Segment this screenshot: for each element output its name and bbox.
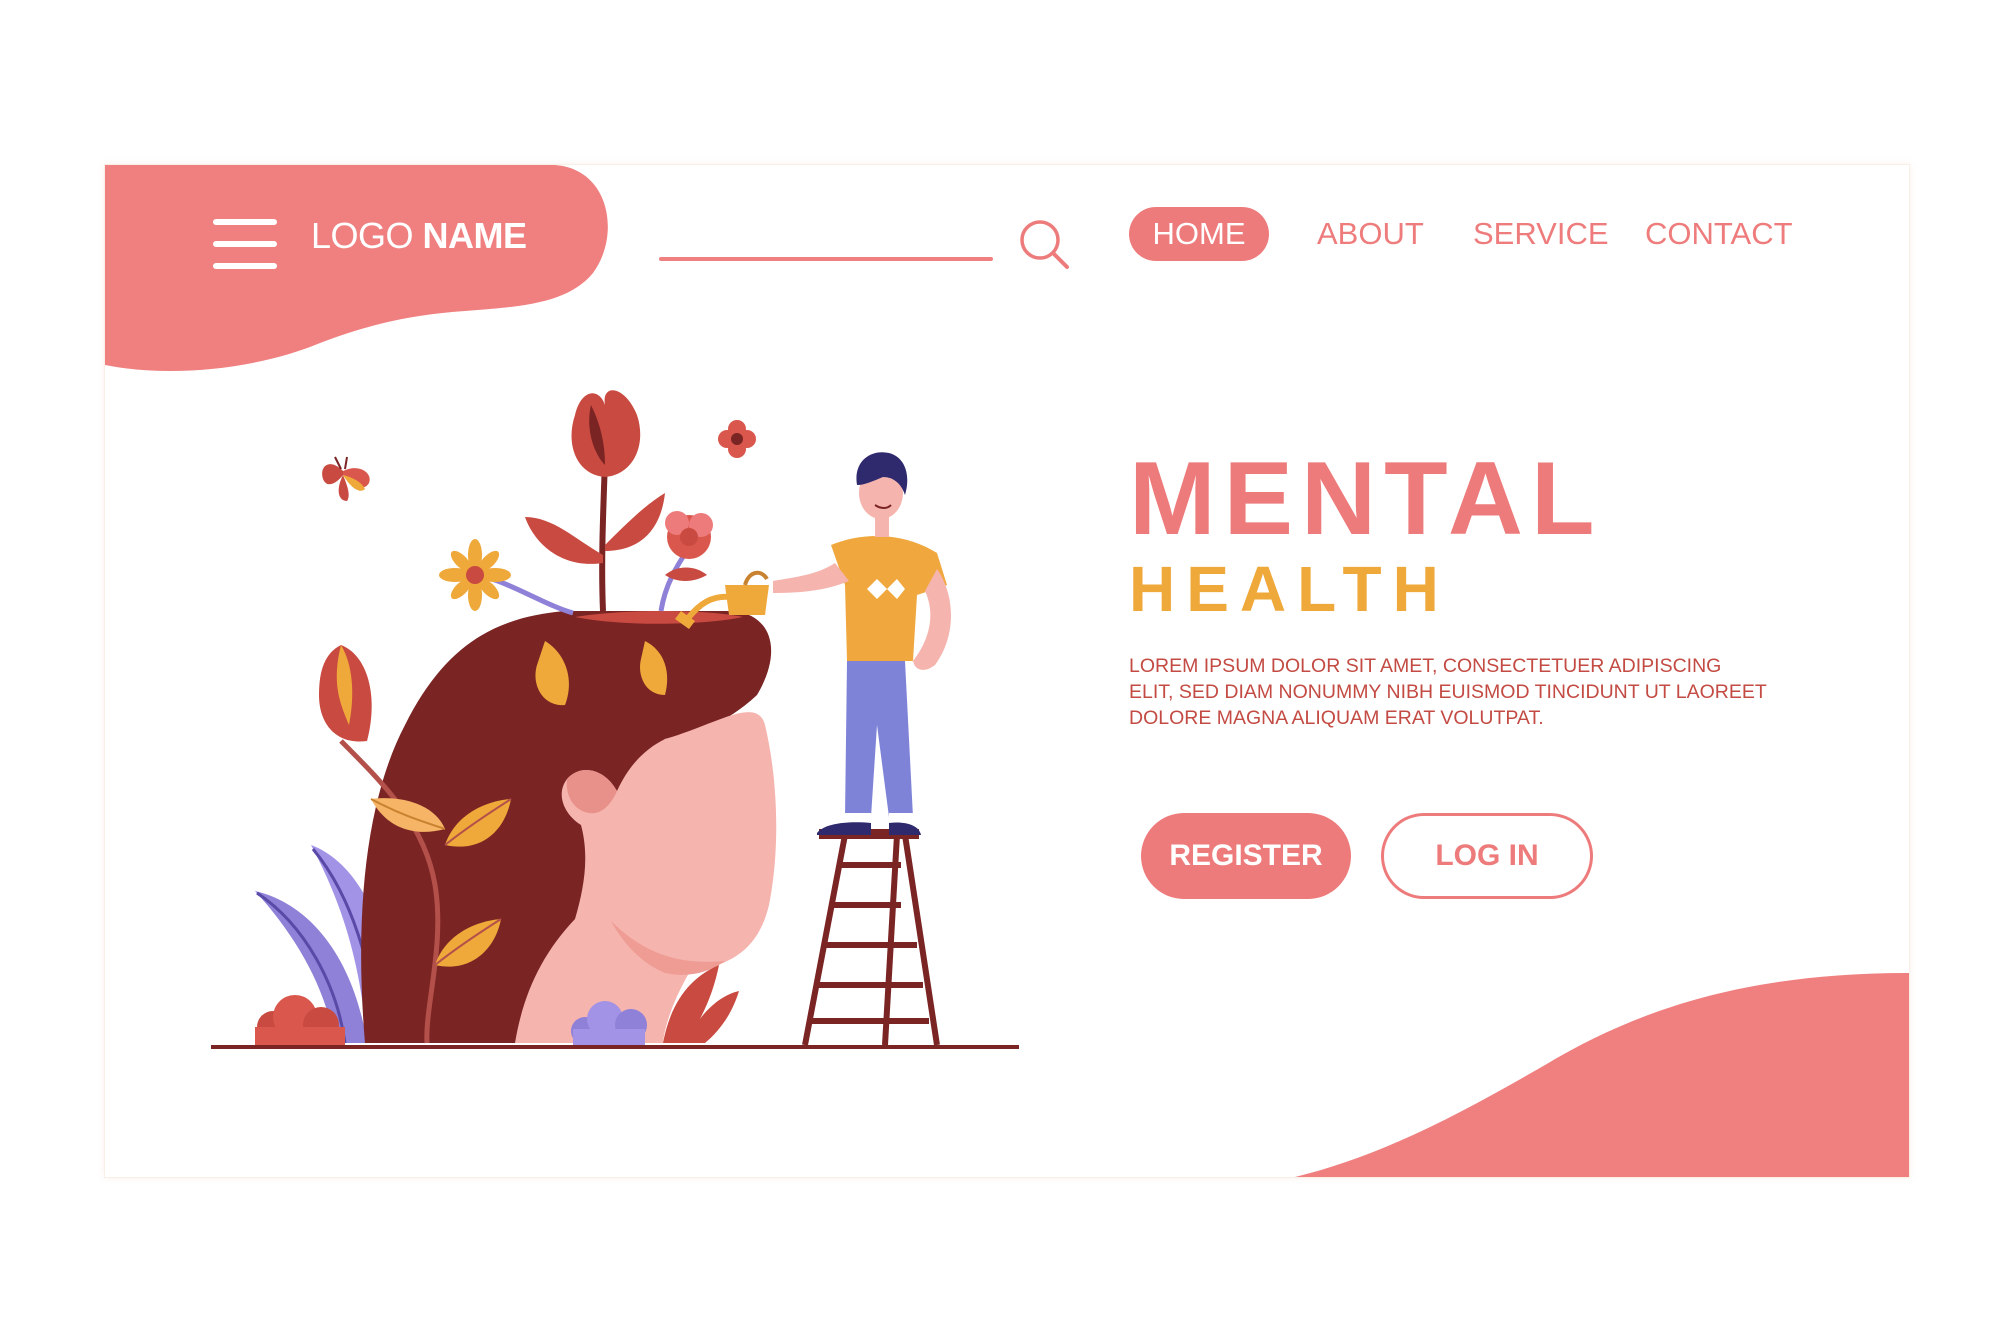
- nav-about[interactable]: ABOUT: [1317, 207, 1424, 261]
- nav-service[interactable]: SERVICE: [1473, 207, 1609, 261]
- tulip-plant: [525, 390, 665, 612]
- landing-page-card: LOGO NAME HOME ABOUT SERVICE CONTACT MEN…: [104, 164, 1910, 1178]
- man-figure: [773, 452, 951, 835]
- ladder: [802, 834, 940, 1046]
- hero-description: LOREM IPSUM DOLOR SIT AMET, CONSECTETUER…: [1129, 655, 1767, 729]
- butterfly: [322, 456, 370, 501]
- login-button[interactable]: LOG IN: [1381, 813, 1593, 899]
- hero-title: MENTAL: [1129, 441, 1603, 557]
- page-canvas: LOGO NAME HOME ABOUT SERVICE CONTACT MEN…: [0, 0, 2000, 1333]
- register-button[interactable]: REGISTER: [1141, 813, 1351, 899]
- nav-contact[interactable]: CONTACT: [1645, 207, 1793, 261]
- small-flower: [718, 420, 756, 458]
- nav-home[interactable]: HOME: [1129, 207, 1269, 261]
- hero-illustration: [211, 390, 1019, 1049]
- watered-flower: [658, 511, 713, 612]
- hero-subtitle: HEALTH: [1129, 553, 1450, 625]
- ground-line: [211, 1045, 1019, 1049]
